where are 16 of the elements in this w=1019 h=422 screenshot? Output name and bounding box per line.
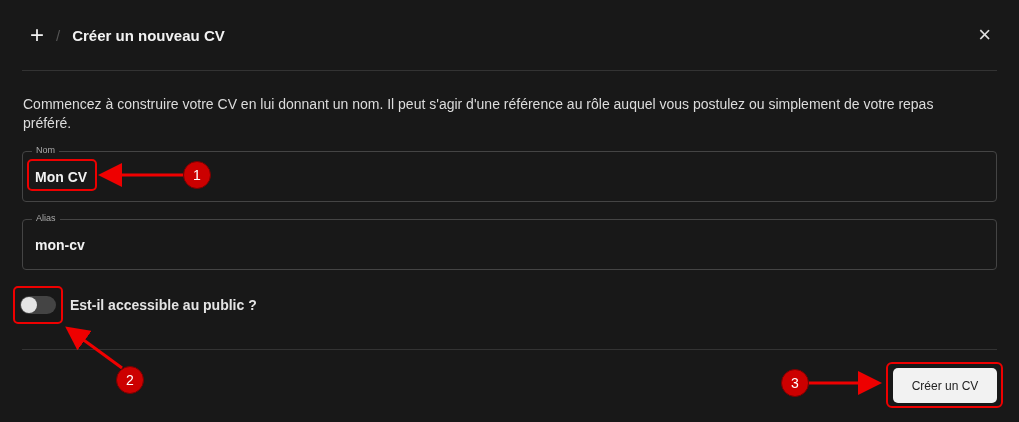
plus-icon: + xyxy=(30,23,44,47)
description-text: Commencez à construire votre CV en lui donnant un nom. Il peut s'agir d'une référence au rôle auquel vous postulez ou simplement de votre repas préféré. xyxy=(23,95,935,133)
toggle-label: Est-il accessible au public ? xyxy=(70,297,257,313)
dialog-title: Créer un nouveau CV xyxy=(72,26,226,44)
step-badge: 1 xyxy=(183,161,211,189)
breadcrumb-separator: / xyxy=(56,26,61,44)
field-label: Alias xyxy=(32,212,60,224)
create-button[interactable]: Créer un CV xyxy=(893,368,997,403)
close-button[interactable]: × xyxy=(972,24,997,46)
toggle-switch[interactable] xyxy=(20,296,56,314)
step-badge: 2 xyxy=(116,366,144,394)
highlight-frame xyxy=(27,159,97,191)
step-badge: 3 xyxy=(781,369,809,397)
field-label: Nom xyxy=(32,144,59,156)
annotation-arrow xyxy=(65,326,123,370)
highlight-frame xyxy=(13,286,63,324)
